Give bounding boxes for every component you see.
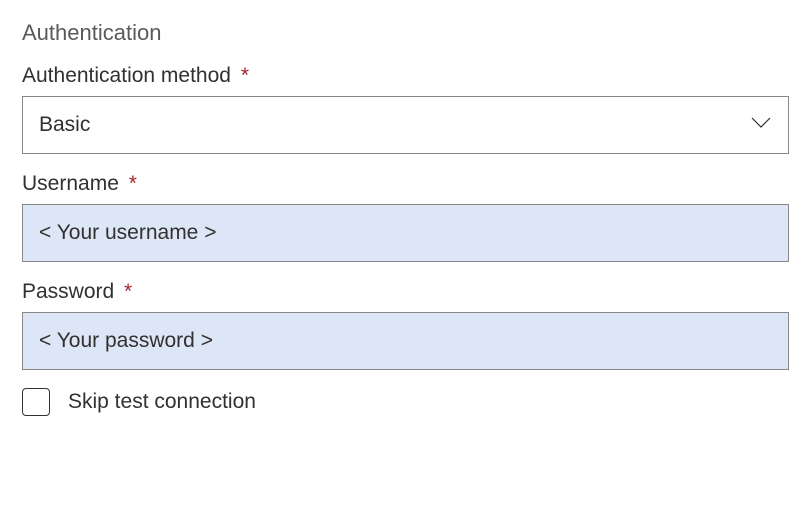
auth-method-select[interactable]: Basic — [22, 96, 789, 154]
password-input[interactable] — [22, 312, 789, 370]
auth-method-label-text: Authentication method — [22, 64, 231, 87]
auth-method-field: Authentication method * Basic — [22, 64, 789, 154]
username-label-text: Username — [22, 172, 119, 195]
username-label: Username * — [22, 172, 789, 196]
skip-test-label[interactable]: Skip test connection — [68, 390, 256, 414]
username-field: Username * — [22, 172, 789, 262]
username-input[interactable] — [22, 204, 789, 262]
password-label: Password * — [22, 280, 789, 304]
required-asterisk: * — [129, 172, 137, 195]
password-field: Password * — [22, 280, 789, 370]
auth-method-select-wrapper: Basic — [22, 96, 789, 154]
required-asterisk: * — [124, 280, 132, 303]
auth-method-label: Authentication method * — [22, 64, 789, 88]
authentication-section: Authentication Authentication method * B… — [22, 20, 789, 416]
required-asterisk: * — [241, 64, 249, 87]
skip-test-row: Skip test connection — [22, 388, 789, 416]
skip-test-checkbox[interactable] — [22, 388, 50, 416]
section-title: Authentication — [22, 20, 789, 46]
password-label-text: Password — [22, 280, 114, 303]
